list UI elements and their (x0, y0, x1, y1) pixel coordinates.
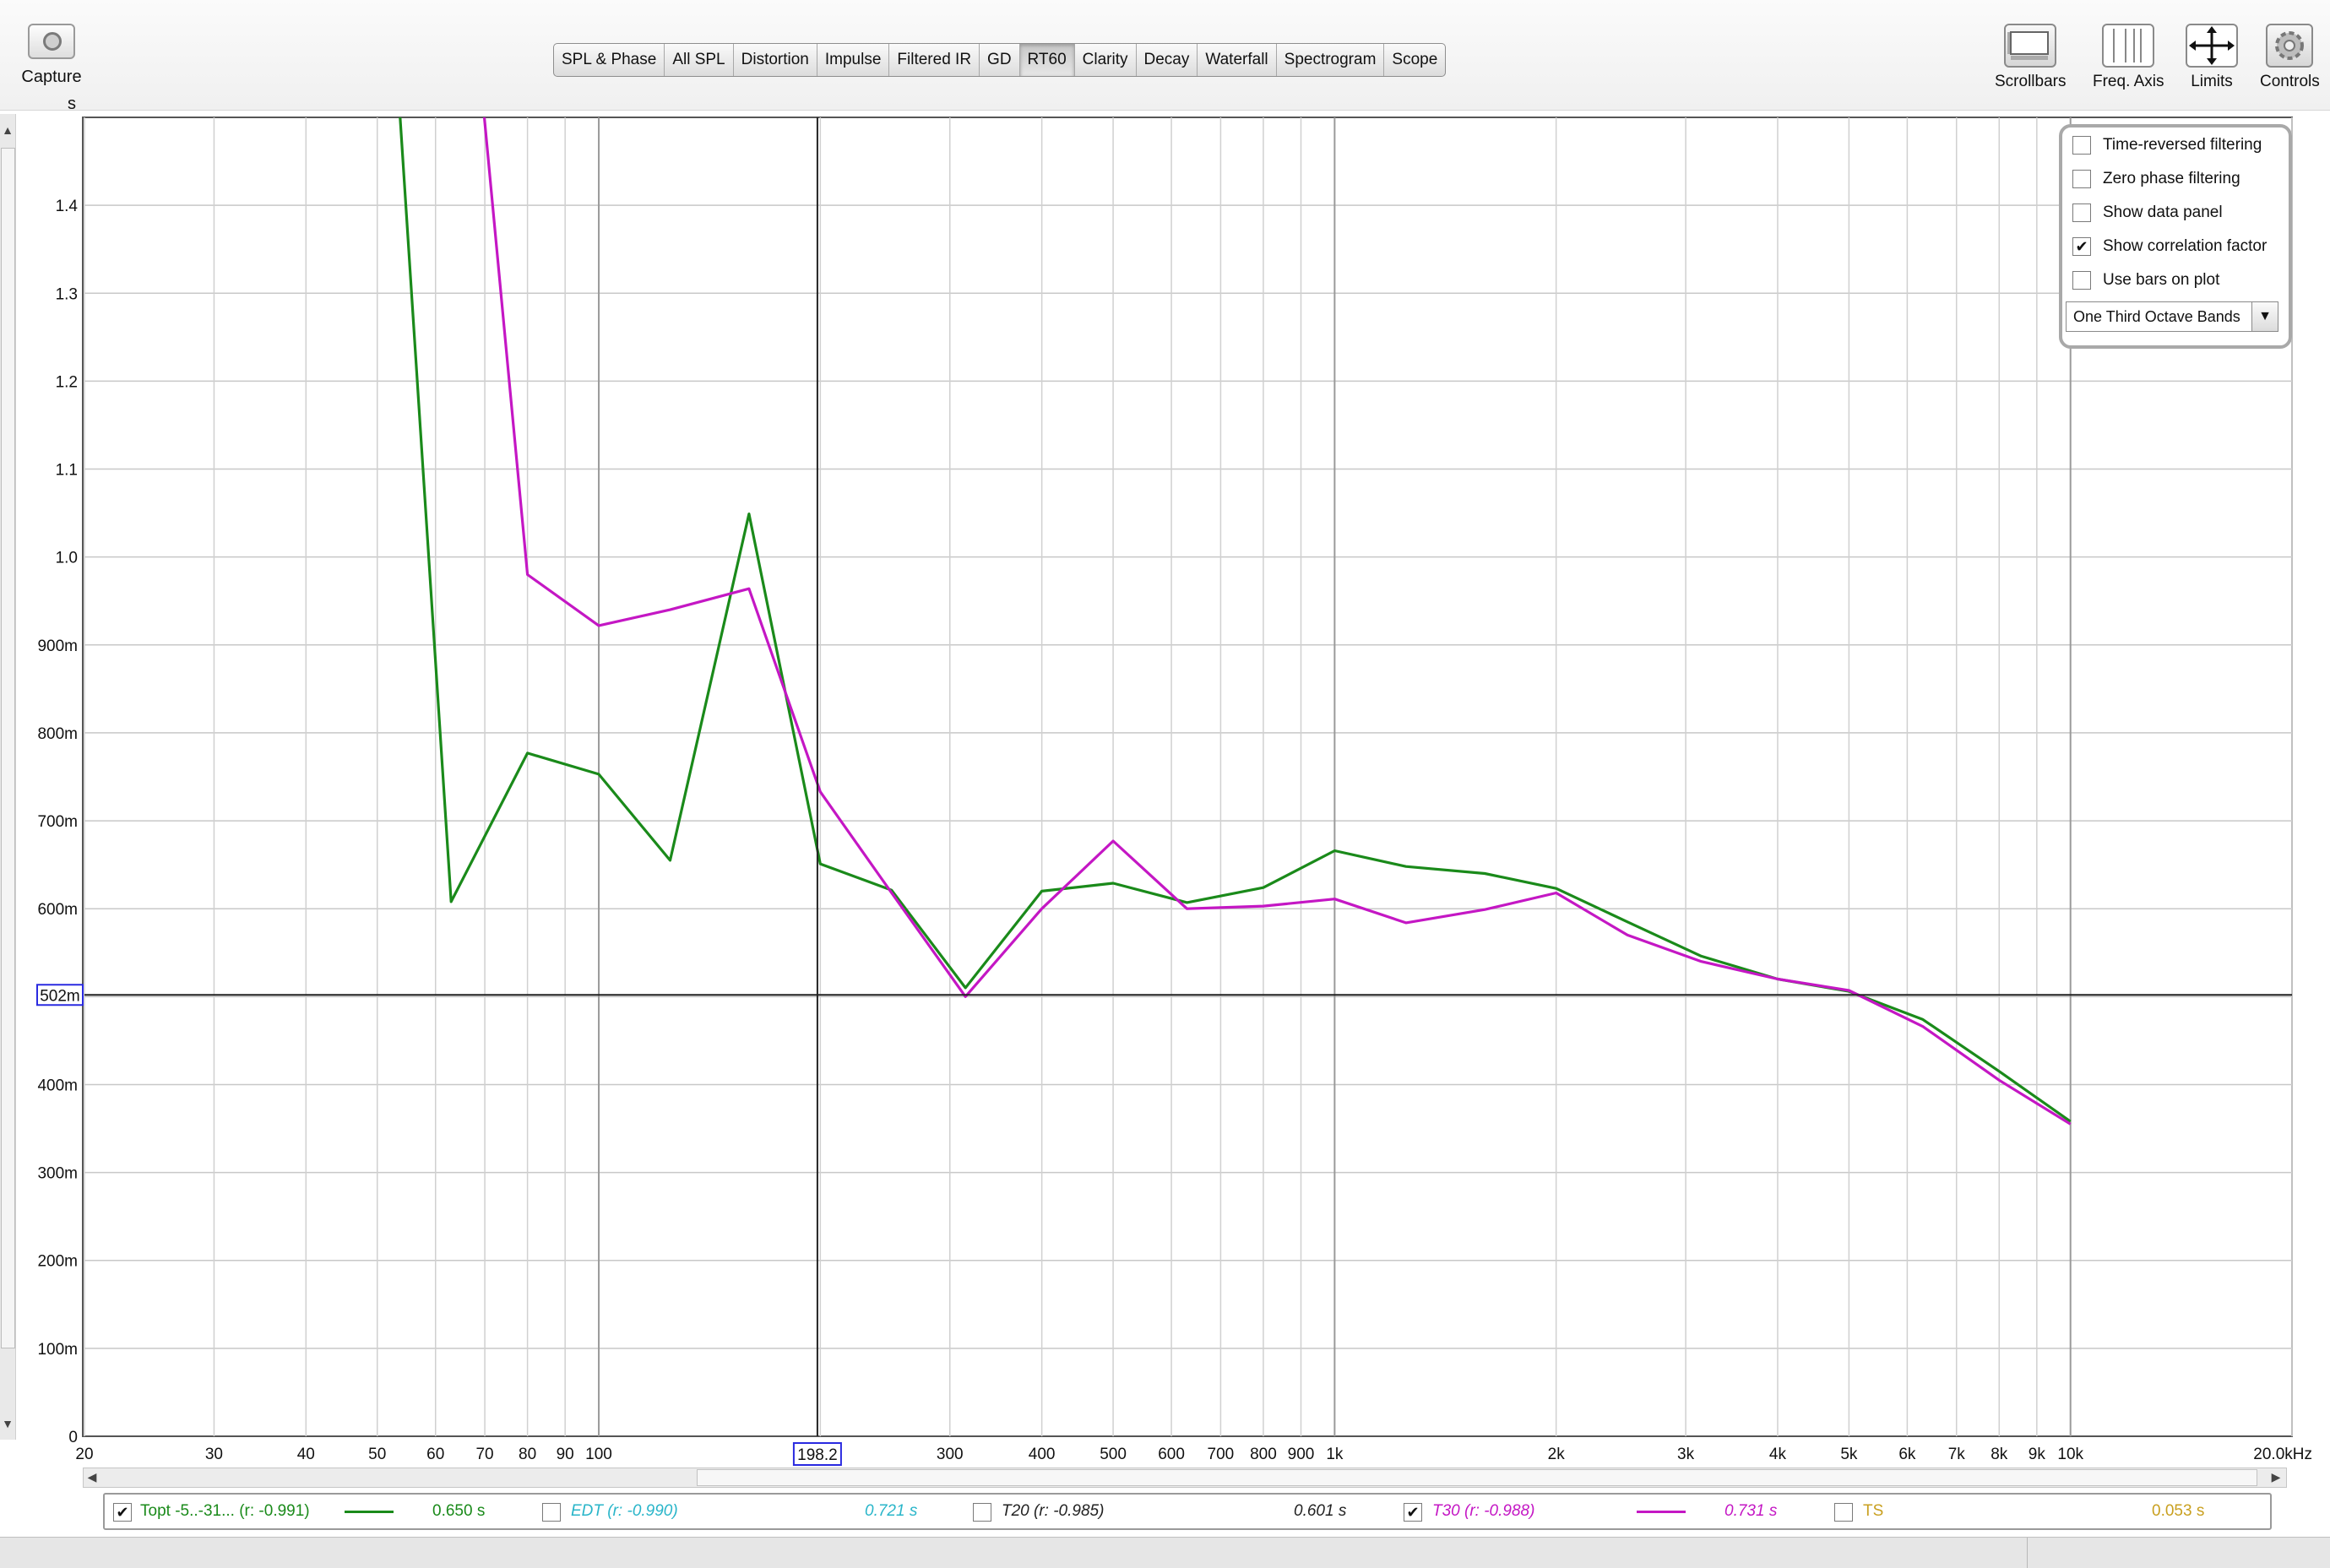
y-tick-label: 1.3 (56, 285, 78, 303)
y-tick-label: 1.2 (56, 373, 78, 391)
correlation-row[interactable]: ✔ Show correlation factor (2072, 237, 2267, 256)
legend-edt-checkbox[interactable] (542, 1503, 561, 1522)
legend-t30-label: T30 (r: -0.988) (1432, 1502, 1535, 1520)
zero-phase-label: Zero phase filtering (2103, 170, 2240, 187)
legend-t30-checkbox[interactable]: ✔ (1404, 1503, 1422, 1522)
bars-row[interactable]: Use bars on plot (2072, 271, 2219, 290)
legend-t20-checkbox[interactable] (973, 1503, 991, 1522)
x-tick-label: 20.0kHz (2253, 1446, 2312, 1463)
x-tick-label: 90 (557, 1446, 574, 1463)
x-tick-label: 400 (1029, 1446, 1056, 1463)
rt60-chart[interactable]: 0 100m 200m 300m 400m 600m 700m 800m 900m 1.0 1.1 1… (0, 0, 2330, 1486)
x-tick-label: 20 (75, 1446, 93, 1463)
y-tick-label: 300m (37, 1165, 78, 1183)
x-tick-label: 300 (937, 1446, 964, 1463)
x-tick-label: 100 (585, 1446, 612, 1463)
correlation-label: Show correlation factor (2103, 237, 2268, 255)
y-tick-label: 0 (68, 1429, 78, 1446)
legend-topt-checkbox[interactable]: ✔ (113, 1503, 132, 1522)
scroll-left-arrow-icon[interactable]: ◀ (85, 1468, 99, 1485)
x-tick-label: 40 (297, 1446, 315, 1463)
legend-edt-label: EDT (r: -0.990) (571, 1502, 678, 1520)
correlation-checkbox[interactable]: ✔ (2072, 237, 2091, 256)
bars-checkbox[interactable] (2072, 271, 2091, 290)
legend-t20-label: T20 (r: -0.985) (1002, 1502, 1105, 1520)
x-tick-label: 900 (1288, 1446, 1315, 1463)
time-reversed-label: Time-reversed filtering (2103, 136, 2262, 154)
y-tick-label: 700m (37, 813, 78, 831)
legend-t30-swatch (1637, 1511, 1686, 1513)
x-tick-label: 60 (426, 1446, 444, 1463)
y-tick-label: 200m (37, 1253, 78, 1271)
horizontal-scrollbar[interactable]: ◀ ▶ (83, 1468, 2287, 1488)
graph-controls-panel: Time-reversed filtering Zero phase filte… (2059, 124, 2292, 349)
scroll-right-arrow-icon[interactable]: ▶ (2269, 1468, 2283, 1485)
data-panel-row[interactable]: Show data panel (2072, 203, 2223, 222)
x-tick-label: 30 (205, 1446, 223, 1463)
legend-topt-label: Topt -5..-31... (r: -0.991) (140, 1502, 310, 1520)
legend-topt-swatch (345, 1511, 394, 1513)
y-tick-label: 1.1 (56, 462, 78, 480)
y-tick-label: 1.4 (56, 198, 79, 215)
horizontal-scroll-thumb[interactable] (697, 1469, 2257, 1486)
legend-bar: ✔ Topt -5..-31... (r: -0.991) 0.650 s ED… (103, 1493, 2272, 1530)
legend-topt-value: 0.650 s (432, 1502, 486, 1520)
bands-select-value: One Third Octave Bands (2073, 308, 2240, 325)
legend-ts-checkbox[interactable] (1834, 1503, 1853, 1522)
y-axis: 0 100m 200m 300m 400m 600m 700m 800m 900m 1.0 1.1 1… (37, 198, 78, 1446)
x-tick-label: 80 (519, 1446, 536, 1463)
status-separator (2027, 1538, 2028, 1568)
x-tick-label: 9k (2029, 1446, 2046, 1463)
zero-phase-row[interactable]: Zero phase filtering (2072, 170, 2240, 188)
data-panel-checkbox[interactable] (2072, 203, 2091, 222)
legend-t30-value: 0.731 s (1724, 1502, 1778, 1520)
x-axis: 20 30 40 50 60 70 80 90 100 300 400 500 600 700 800 900… (75, 1446, 2312, 1463)
y-tick-label: 1.0 (56, 550, 78, 567)
x-tick-label: 1k (1326, 1446, 1344, 1463)
zero-phase-checkbox[interactable] (2072, 170, 2091, 188)
x-tick-label: 600 (1158, 1446, 1185, 1463)
x-tick-label: 8k (1991, 1446, 2008, 1463)
bars-label: Use bars on plot (2103, 271, 2220, 289)
x-tick-label: 500 (1100, 1446, 1127, 1463)
x-tick-label: 70 (475, 1446, 493, 1463)
x-tick-label: 2k (1548, 1446, 1566, 1463)
time-reversed-row[interactable]: Time-reversed filtering (2072, 136, 2262, 155)
cursor-y-readout: 502m (40, 987, 80, 1005)
legend-ts-value: 0.053 s (2152, 1502, 2205, 1520)
legend-edt-value: 0.721 s (865, 1502, 918, 1520)
legend-t20-value: 0.601 s (1294, 1502, 1347, 1520)
y-tick-label: 900m (37, 638, 78, 655)
y-tick-label: 400m (37, 1077, 78, 1094)
x-tick-label: 50 (368, 1446, 386, 1463)
time-reversed-checkbox[interactable] (2072, 136, 2091, 155)
legend-ts-label: TS (1863, 1502, 1884, 1520)
y-tick-label: 600m (37, 901, 78, 919)
chevron-down-icon[interactable]: ▼ (2251, 302, 2278, 331)
data-panel-label: Show data panel (2103, 203, 2223, 221)
x-tick-label: 3k (1677, 1446, 1695, 1463)
x-tick-label: 10k (2057, 1446, 2083, 1463)
x-tick-label: 4k (1769, 1446, 1787, 1463)
y-tick-label: 100m (37, 1341, 78, 1359)
y-tick-label: 800m (37, 725, 78, 743)
bands-select[interactable]: One Third Octave Bands ▼ (2066, 301, 2278, 332)
cursor-x-readout: 198.2 (797, 1446, 838, 1464)
x-tick-label: 5k (1840, 1446, 1858, 1463)
x-tick-label: 700 (1208, 1446, 1235, 1463)
status-bar (0, 1537, 2330, 1568)
x-tick-label: 800 (1250, 1446, 1277, 1463)
x-tick-label: 6k (1898, 1446, 1916, 1463)
x-tick-label: 7k (1948, 1446, 1966, 1463)
